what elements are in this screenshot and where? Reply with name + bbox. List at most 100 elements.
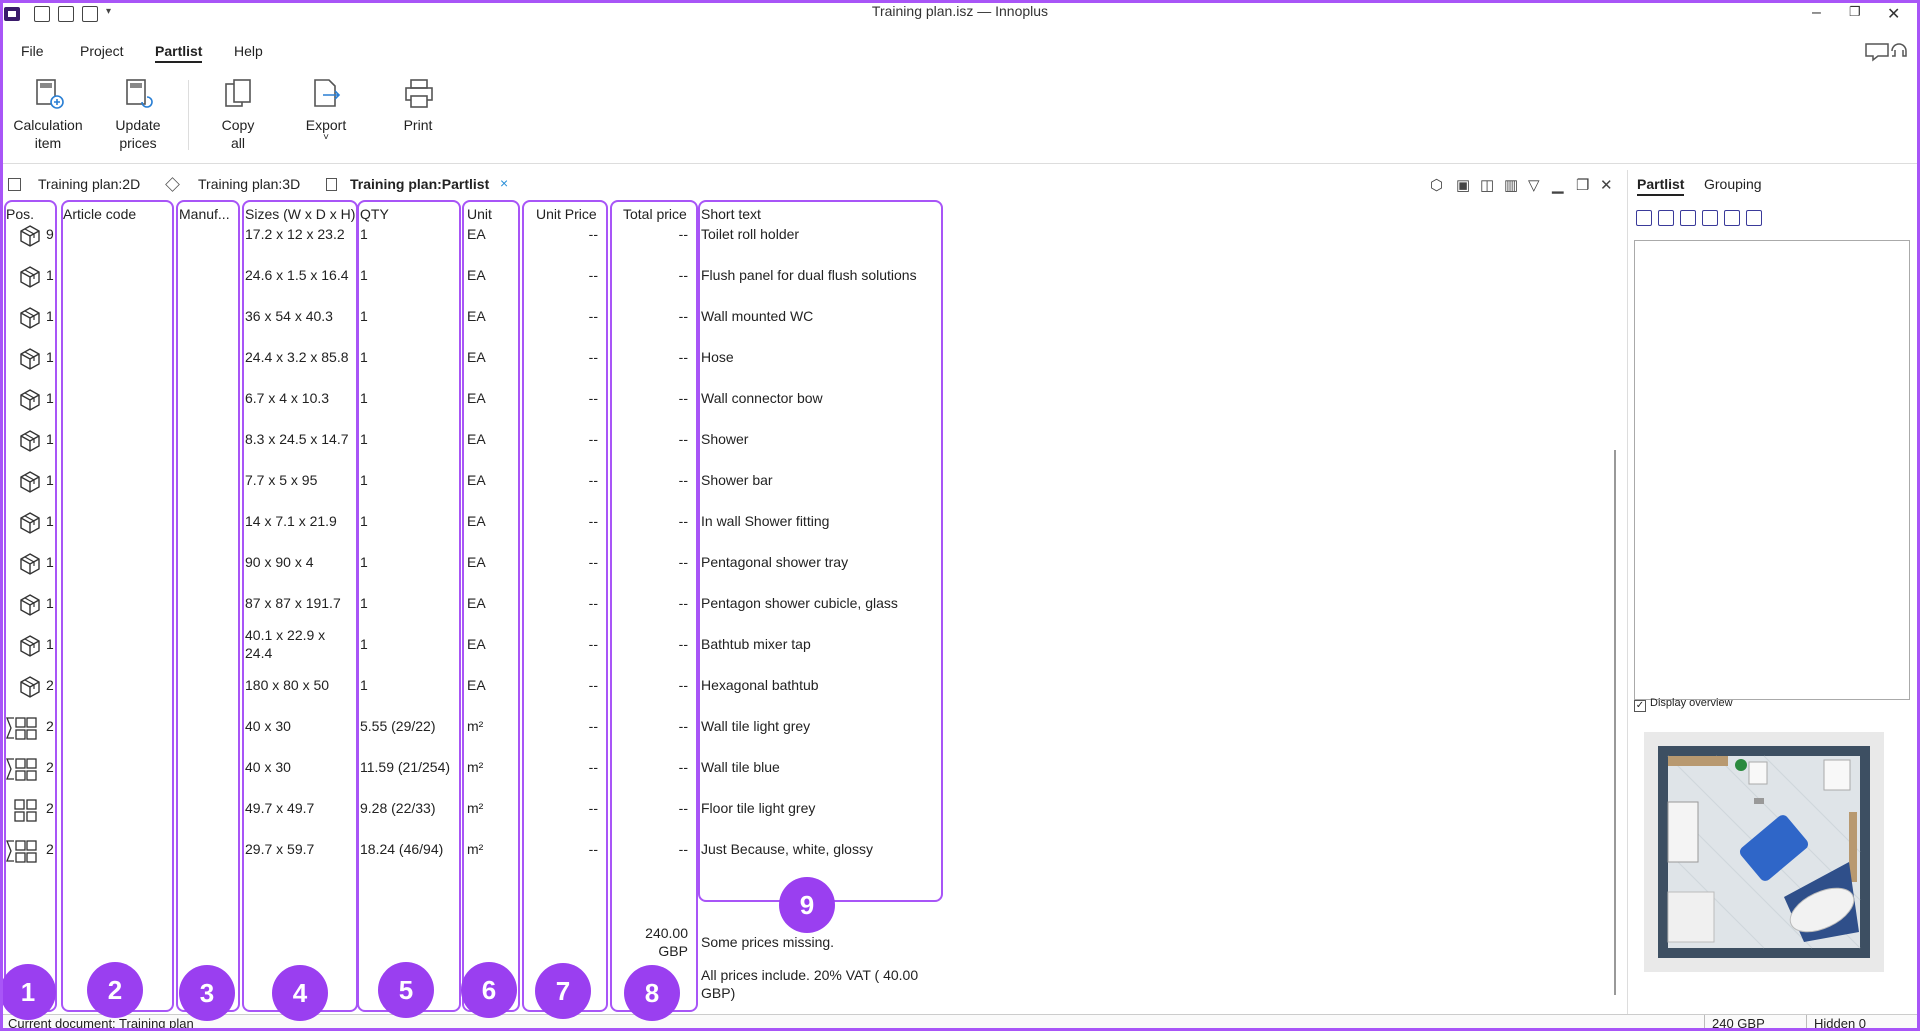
fit-width-icon[interactable]: ◫ (1480, 176, 1494, 194)
short-text-value: Hexagonal bathtub (701, 677, 819, 693)
menu-help[interactable]: Help (234, 43, 263, 59)
floorplan-thumbnail (1644, 732, 1884, 972)
float-pane-icon[interactable]: ❐ (1576, 176, 1589, 194)
total-price-value: -- (678, 841, 688, 857)
tab-close-icon[interactable]: × (500, 175, 508, 191)
header-unit[interactable]: Unit (467, 206, 492, 222)
short-text-value: Pentagonal shower tray (701, 554, 849, 570)
header-unit-price[interactable]: Unit Price (536, 206, 597, 222)
sizes-value: 14 x 7.1 x 21.9 (245, 513, 337, 529)
unit-value: EA (467, 349, 486, 365)
partlist-doc-icon (326, 178, 337, 191)
update-prices-label-2: prices (119, 135, 157, 151)
tree-view-icon[interactable] (1636, 210, 1652, 226)
qty-value: 1 (360, 513, 368, 529)
short-text-value: Pentagon shower cubicle, glass (701, 595, 898, 611)
status-hidden: Hidden 0 (1814, 1016, 1867, 1031)
sum-tile-icon (6, 757, 37, 781)
unit-value: EA (467, 226, 486, 242)
tab-plan-3d[interactable]: Training plan:3D (198, 176, 300, 192)
tab-partlist-panel[interactable]: Partlist (1637, 176, 1685, 196)
unit-price-value: -- (588, 800, 598, 816)
annotation-badge-7: 7 (535, 963, 591, 1019)
header-manufacturer[interactable]: Manuf... (179, 206, 230, 222)
update-prices-label-1: Update (115, 117, 161, 133)
box-icon (18, 634, 40, 657)
currency-icon[interactable] (1702, 210, 1718, 226)
short-text-value: Bathtub mixer tap (701, 636, 811, 652)
sizes-value: 24.4 x 3.2 x 85.8 (245, 349, 349, 365)
tab-grouping[interactable]: Grouping (1704, 176, 1762, 192)
pos-value: 1 (46, 513, 54, 529)
panel-toolbar (1636, 210, 1768, 229)
restore-button[interactable]: ❐ (1849, 4, 1861, 20)
pos-value: 2 (46, 718, 54, 734)
menu-bar: File Project Partlist Help (0, 38, 1920, 66)
status-total: 240 GBP (1712, 1016, 1765, 1031)
sizes-value: 36 x 54 x 40.3 (245, 308, 333, 324)
calculator-add-icon (33, 78, 64, 110)
vertical-scrollbar[interactable] (1614, 450, 1616, 995)
filter-icon[interactable]: ▽ (1528, 176, 1540, 194)
total-price-value: -- (678, 431, 688, 447)
sizes-value: 24.6 x 1.5 x 16.4 (245, 267, 349, 283)
list-settings-icon[interactable] (1724, 210, 1740, 226)
total-price-value: -- (678, 513, 688, 529)
annotation-badge-2: 2 (87, 962, 143, 1018)
header-pos[interactable]: Pos. (6, 206, 34, 222)
grid-group-icon[interactable] (1680, 210, 1696, 226)
settings-gear-icon[interactable] (1746, 210, 1762, 226)
tab-partlist[interactable]: Training plan:Partlist (350, 176, 489, 192)
unit-value: EA (467, 267, 486, 283)
frame-view-icon[interactable]: ▣ (1456, 176, 1470, 194)
unit-value: EA (467, 636, 486, 652)
export-button[interactable]: Export ˅ (298, 78, 354, 143)
header-qty[interactable]: QTY (360, 206, 389, 222)
short-text-value: In wall Shower fitting (701, 513, 830, 529)
export-chevron-icon[interactable]: ˅ (298, 133, 354, 143)
close-window-button[interactable]: ✕ (1887, 4, 1900, 24)
qty-value: 1 (360, 390, 368, 406)
total-price-value: -- (678, 636, 688, 652)
unit-price-value: -- (588, 513, 598, 529)
chat-support-icon[interactable] (1862, 40, 1908, 62)
annotation-box-qty (357, 200, 461, 1012)
header-article-code[interactable]: Article code (63, 206, 136, 222)
minimize-button[interactable]: ‒ (1812, 4, 1821, 22)
header-sizes[interactable]: Sizes (W x D x H) (245, 206, 355, 222)
short-text-value: Flush panel for dual flush solutions (701, 267, 917, 283)
sizes-value: 90 x 90 x 4 (245, 554, 314, 570)
sum-tile-icon (6, 839, 37, 863)
display-overview-checkbox[interactable]: ✓ Display overview (1634, 697, 1733, 712)
box-icon (18, 511, 40, 534)
menu-partlist[interactable]: Partlist (155, 43, 203, 63)
minimize-pane-icon[interactable]: ▁ (1552, 176, 1564, 194)
update-prices-button[interactable]: Update prices (100, 78, 176, 152)
sizes-value: 180 x 80 x 50 (245, 677, 330, 693)
group-edit-icon[interactable] (1658, 210, 1674, 226)
copy-all-button[interactable]: Copy all (208, 78, 268, 152)
unit-value: EA (467, 554, 486, 570)
print-button[interactable]: Print (396, 78, 440, 134)
total-price-value: -- (678, 267, 688, 283)
calculation-item-label-1: Calculation (13, 117, 83, 133)
total-price-value: -- (678, 677, 688, 693)
pos-value: 1 (46, 554, 54, 570)
calculation-item-button[interactable]: Calculation item (12, 78, 84, 152)
menu-file[interactable]: File (21, 43, 44, 59)
pos-value: 2 (46, 677, 54, 693)
pos-value: 1 (46, 636, 54, 652)
printer-icon (403, 78, 433, 110)
pos-value: 1 (46, 390, 54, 406)
header-short-text[interactable]: Short text (701, 206, 761, 222)
tab-plan-2d[interactable]: Training plan:2D (38, 176, 140, 192)
short-text-value: Floor tile light grey (701, 800, 816, 816)
checkbox-check-icon[interactable]: ✓ (1634, 700, 1646, 712)
header-total-price[interactable]: Total price (623, 206, 687, 222)
menu-project[interactable]: Project (80, 43, 124, 59)
pos-value: 1 (46, 308, 54, 324)
view-cube-icon[interactable]: ⬡ (1430, 176, 1443, 194)
annotation-box-article (61, 200, 174, 1012)
close-pane-icon[interactable]: ✕ (1600, 176, 1613, 194)
columns-icon[interactable]: ▥ (1504, 176, 1518, 194)
